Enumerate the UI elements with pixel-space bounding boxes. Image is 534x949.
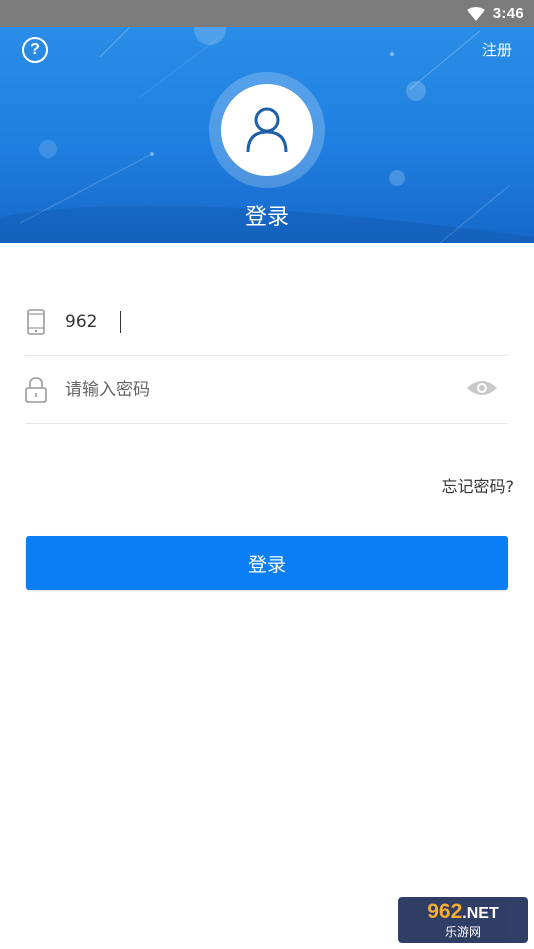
- wifi-icon: [466, 6, 485, 21]
- login-button[interactable]: 登录: [26, 536, 508, 590]
- avatar: [221, 84, 313, 176]
- forgot-password-link[interactable]: 忘记密码?: [442, 473, 515, 497]
- phone-icon: [25, 308, 47, 335]
- phone-input[interactable]: [65, 311, 508, 332]
- status-bar: 3:46: [0, 0, 534, 27]
- password-field[interactable]: [25, 356, 508, 424]
- user-icon: [246, 107, 288, 153]
- text-caret: [120, 311, 121, 333]
- watermark-number: 962: [427, 900, 463, 923]
- page-title: 登录: [244, 205, 289, 230]
- watermark-text: 乐游网: [444, 925, 481, 939]
- login-header: ? 注册 登录: [0, 27, 534, 243]
- lock-icon: [25, 376, 47, 403]
- status-time: 3:46: [492, 5, 524, 22]
- login-form: [25, 288, 508, 424]
- avatar-ring: [209, 72, 325, 188]
- watermark-logo: 962.NET 乐游网: [398, 897, 528, 943]
- watermark-suffix: .NET: [462, 905, 499, 922]
- phone-field[interactable]: [25, 288, 508, 356]
- eye-icon[interactable]: [466, 378, 498, 402]
- help-button[interactable]: ?: [22, 37, 48, 63]
- help-icon: ?: [30, 41, 40, 58]
- password-input[interactable]: [65, 379, 508, 400]
- register-link[interactable]: 注册: [482, 39, 512, 60]
